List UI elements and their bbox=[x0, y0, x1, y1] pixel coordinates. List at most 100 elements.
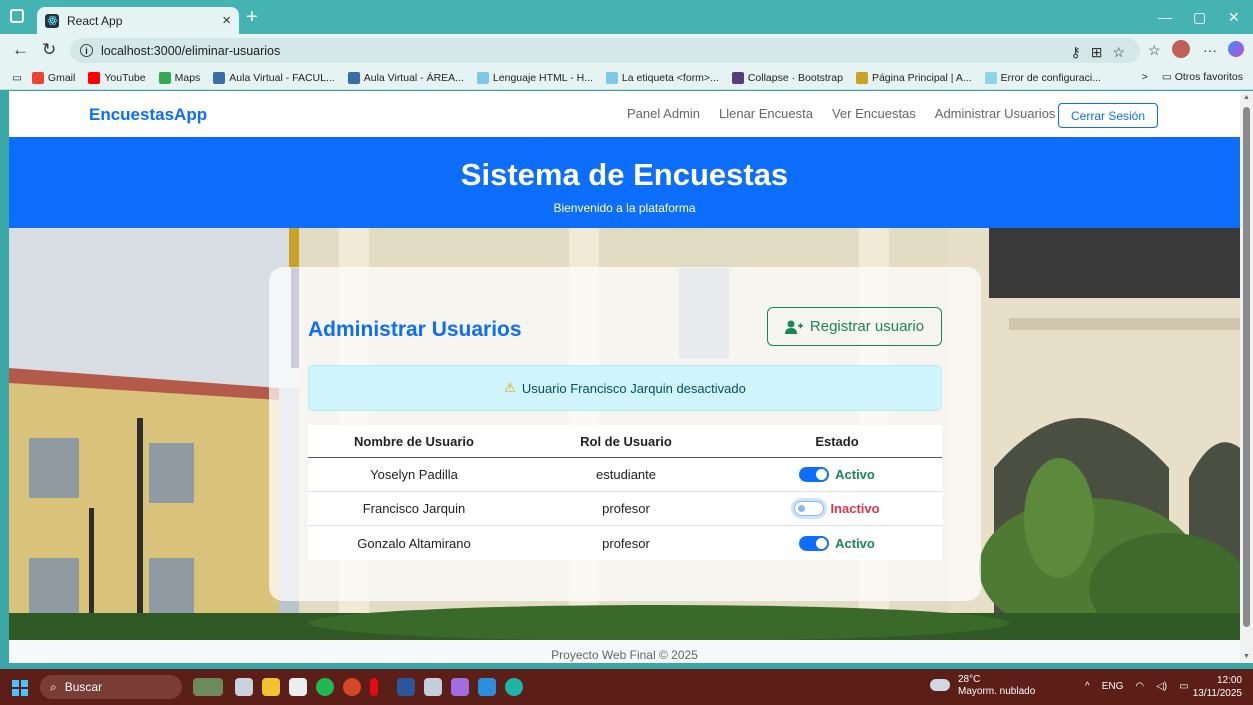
taskbar-search[interactable]: ⌕ Buscar bbox=[40, 675, 182, 699]
taskbar-clock[interactable]: 12:00 13/11/2025 bbox=[1190, 674, 1242, 700]
web-icon bbox=[605, 71, 618, 84]
web-page: EncuestasApp Panel Admin Llenar Encuesta… bbox=[9, 91, 1240, 663]
user-role: estudiante bbox=[596, 467, 656, 482]
bookmark-gmail[interactable]: Gmail bbox=[31, 71, 75, 84]
status-cell: Activo bbox=[732, 467, 942, 482]
reader-mode-icon[interactable]: ⊞ bbox=[1091, 44, 1103, 61]
spotify-icon[interactable] bbox=[316, 678, 334, 696]
react-favicon-icon bbox=[45, 13, 59, 28]
logout-button[interactable]: Cerrar Sesión bbox=[1058, 103, 1159, 128]
bookmark-label: Página Principal | A... bbox=[871, 71, 972, 84]
pagina-icon bbox=[855, 71, 868, 84]
vscode-icon[interactable] bbox=[478, 678, 496, 696]
profile-avatar[interactable] bbox=[1172, 40, 1190, 58]
visual-studio-icon[interactable] bbox=[451, 678, 469, 696]
language-indicator[interactable]: ENG bbox=[1102, 681, 1124, 692]
table-row: Francisco Jarquin profesor Inactivo bbox=[308, 492, 942, 526]
nav-links: Panel Admin Llenar Encuesta Ver Encuesta… bbox=[627, 106, 1055, 121]
nav-panel-admin[interactable]: Panel Admin bbox=[627, 106, 700, 121]
brand-link[interactable]: EncuestasApp bbox=[89, 105, 207, 125]
site-info-icon[interactable]: i bbox=[80, 44, 93, 57]
edge-icon[interactable] bbox=[505, 678, 523, 696]
more-bookmarks-chevron-icon[interactable]: > bbox=[1142, 71, 1148, 83]
word-icon[interactable] bbox=[397, 678, 415, 696]
scroll-down-icon[interactable]: ▼ bbox=[1243, 653, 1250, 660]
scrollbar-thumb[interactable] bbox=[1243, 107, 1250, 627]
bookmark-html[interactable]: Lenguaje HTML - H... bbox=[476, 71, 593, 84]
youtube-icon bbox=[88, 71, 101, 84]
new-tab-button[interactable]: + bbox=[246, 6, 258, 29]
clock-time: 12:00 bbox=[1216, 675, 1242, 686]
tray-chevron-icon[interactable]: ^ bbox=[1085, 681, 1090, 692]
header-role: Rol de Usuario bbox=[580, 433, 672, 449]
bookmark-label: La etiqueta <form>... bbox=[621, 71, 719, 84]
app-icon[interactable] bbox=[424, 678, 442, 696]
refresh-icon[interactable]: ↻ bbox=[42, 40, 56, 60]
more-options-icon[interactable]: ··· bbox=[1203, 42, 1217, 58]
netflix-icon[interactable] bbox=[370, 678, 378, 696]
powerpoint-icon[interactable] bbox=[343, 678, 361, 696]
close-window-button[interactable]: ✕ bbox=[1228, 9, 1240, 26]
bookmark-error[interactable]: Error de configuraci... bbox=[984, 71, 1101, 84]
nav-llenar-encuesta[interactable]: Llenar Encuesta bbox=[719, 106, 813, 121]
store-icon[interactable] bbox=[289, 678, 307, 696]
alert-text: Usuario Francisco Jarquin desactivado bbox=[521, 380, 746, 396]
bookmark-aula-area[interactable]: Aula Virtual - ÁREA... bbox=[347, 71, 464, 84]
system-tray: ^ ENG ◠ ◁) ▭ bbox=[1085, 681, 1189, 692]
search-label: Buscar bbox=[64, 680, 103, 694]
favorite-star-icon[interactable]: ☆ bbox=[1112, 44, 1125, 61]
status-label: Activo bbox=[835, 535, 875, 551]
admin-users-card: Administrar Usuarios Registrar usuario ⚠… bbox=[269, 267, 981, 601]
status-toggle[interactable] bbox=[794, 501, 825, 516]
globe-icon bbox=[984, 71, 997, 84]
minimize-button[interactable]: — bbox=[1158, 9, 1172, 25]
page-scrollbar[interactable]: ▲ ▼ bbox=[1240, 91, 1253, 663]
browser-tab[interactable]: React App × bbox=[37, 7, 239, 34]
nav-administrar-usuarios[interactable]: Administrar Usuarios bbox=[935, 106, 1056, 121]
file-explorer-icon[interactable] bbox=[262, 678, 280, 696]
volume-icon[interactable]: ◁) bbox=[1156, 681, 1167, 692]
header-status: Estado bbox=[815, 433, 859, 449]
gmail-icon bbox=[31, 71, 44, 84]
bookmark-label: Maps bbox=[174, 71, 201, 84]
hero-subtitle: Bienvenido a la plataforma bbox=[553, 201, 696, 215]
bookmark-aula-facul[interactable]: Aula Virtual - FACUL... bbox=[213, 71, 335, 84]
bookmarks-bar: ▭ Gmail YouTube Maps Aula Virtual - FACU… bbox=[0, 66, 1253, 90]
bookmarks-toggle-icon[interactable]: ▭ bbox=[12, 72, 22, 84]
search-icon: ⌕ bbox=[50, 679, 57, 694]
other-favorites[interactable]: ▭ Otros favoritos bbox=[1162, 71, 1243, 83]
address-bar-row: ← ↻ i localhost:3000/eliminar-usuarios ⚷… bbox=[0, 34, 1253, 66]
windows-start-icon[interactable] bbox=[12, 680, 28, 696]
back-arrow-icon[interactable]: ← bbox=[12, 40, 29, 60]
url-input[interactable]: i localhost:3000/eliminar-usuarios ⚷ ⊞ ☆ bbox=[70, 38, 1140, 63]
copilot-icon[interactable] bbox=[1228, 41, 1244, 57]
nav-ver-encuestas[interactable]: Ver Encuestas bbox=[832, 106, 916, 121]
bookmark-form[interactable]: La etiqueta <form>... bbox=[605, 71, 719, 84]
app-navbar: EncuestasApp Panel Admin Llenar Encuesta… bbox=[9, 91, 1240, 137]
warning-icon: ⚠ bbox=[504, 380, 516, 395]
status-toggle[interactable] bbox=[799, 535, 830, 551]
favorites-icon[interactable]: ☆ bbox=[1148, 42, 1161, 59]
register-user-label: Registrar usuario bbox=[809, 318, 925, 335]
maximize-button[interactable]: ▢ bbox=[1193, 9, 1206, 26]
maps-icon bbox=[158, 71, 171, 84]
bookmark-bootstrap[interactable]: Collapse · Bootstrap bbox=[731, 71, 843, 84]
bookmark-maps[interactable]: Maps bbox=[158, 71, 201, 84]
key-icon[interactable]: ⚷ bbox=[1070, 44, 1080, 61]
tab-close-icon[interactable]: × bbox=[222, 12, 231, 29]
bookmark-youtube[interactable]: YouTube bbox=[88, 71, 146, 84]
weather-desc: Mayorm. nublado bbox=[958, 686, 1036, 697]
tab-actions-icon[interactable] bbox=[10, 9, 24, 23]
url-text: localhost:3000/eliminar-usuarios bbox=[101, 43, 281, 58]
scroll-up-icon[interactable]: ▲ bbox=[1243, 94, 1250, 101]
widgets-icon[interactable] bbox=[193, 678, 223, 696]
task-view-icon[interactable] bbox=[235, 678, 253, 696]
register-user-button[interactable]: Registrar usuario bbox=[767, 307, 942, 346]
weather-widget[interactable]: 28°C Mayorm. nublado bbox=[930, 674, 1036, 698]
status-toggle[interactable] bbox=[799, 467, 830, 482]
wifi-icon[interactable]: ◠ bbox=[1135, 681, 1144, 692]
user-role: profesor bbox=[602, 535, 650, 551]
user-plus-icon bbox=[784, 320, 803, 334]
battery-icon[interactable]: ▭ bbox=[1179, 681, 1188, 692]
bookmark-pagina[interactable]: Página Principal | A... bbox=[855, 71, 972, 84]
